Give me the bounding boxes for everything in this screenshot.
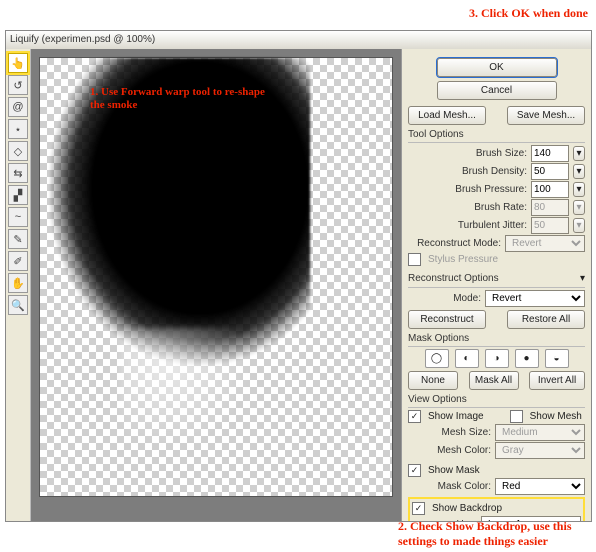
reconstruct-mode-select: Revert: [505, 235, 585, 252]
invert-all-button[interactable]: Invert All: [529, 371, 585, 390]
annotation-1: 1. Use Forward warp tool to re-shape the…: [90, 86, 280, 112]
reconstruct-tool[interactable]: ↺: [8, 75, 28, 95]
forward-warp-tool[interactable]: 👆: [8, 53, 28, 73]
mask-invert-icon[interactable]: ◒: [545, 349, 569, 368]
turbulent-jitter-input: [531, 217, 569, 234]
annotation-3: 3. Click OK when done: [469, 6, 588, 20]
mask-color-select[interactable]: Red: [495, 478, 585, 495]
recon-mode-label: Mode:: [453, 293, 481, 304]
show-mesh-checkbox[interactable]: [510, 410, 523, 423]
save-mesh-button[interactable]: Save Mesh...: [507, 106, 585, 125]
freeze-mask-tool[interactable]: ✎: [8, 229, 28, 249]
brush-rate-input: [531, 199, 569, 216]
mesh-size-select: Medium: [495, 424, 585, 441]
bloat-tool[interactable]: ◇: [8, 141, 28, 161]
dialog-title: Liquify (experimen.psd @ 100%): [6, 31, 591, 50]
brush-pressure-dropdown[interactable]: ▾: [573, 182, 585, 197]
brush-pressure-input[interactable]: [531, 181, 569, 198]
mask-replace-icon[interactable]: ◯: [425, 349, 449, 368]
push-left-tool[interactable]: ⇆: [8, 163, 28, 183]
reconstruct-button[interactable]: Reconstruct: [408, 310, 486, 329]
brush-size-label: Brush Size:: [476, 148, 527, 159]
restore-all-button[interactable]: Restore All: [507, 310, 585, 329]
show-image-label: Show Image: [428, 411, 484, 422]
brush-pressure-label: Brush Pressure:: [455, 184, 527, 195]
mask-options-heading: Mask Options: [408, 333, 585, 344]
hand-tool[interactable]: ✋: [8, 273, 28, 293]
twirl-tool[interactable]: @: [8, 97, 28, 117]
liquify-dialog: Liquify (experimen.psd @ 100%) 👆 ↺ @ ⋆ ◇…: [5, 30, 592, 522]
mesh-color-label: Mesh Color:: [437, 445, 491, 456]
brush-rate-dropdown: ▾: [573, 200, 585, 215]
reconstruct-mode-label: Reconstruct Mode:: [417, 238, 501, 249]
turbulence-tool[interactable]: ~: [8, 207, 28, 227]
show-backdrop-highlight: ✓Show Backdrop Use:Layer 1 Mode:Behind O…: [408, 497, 585, 521]
show-mask-checkbox[interactable]: ✓: [408, 464, 421, 477]
thaw-mask-tool[interactable]: ✐: [8, 251, 28, 271]
turbulent-jitter-dropdown: ▾: [573, 218, 585, 233]
mask-all-button[interactable]: Mask All: [469, 371, 519, 390]
mask-none-button[interactable]: None: [408, 371, 458, 390]
brush-density-label: Brush Density:: [462, 166, 527, 177]
show-backdrop-checkbox[interactable]: ✓: [412, 502, 425, 515]
load-mesh-button[interactable]: Load Mesh...: [408, 106, 486, 125]
stylus-pressure-label: Stylus Pressure: [428, 254, 498, 265]
cancel-button[interactable]: Cancel: [437, 81, 557, 100]
view-options-heading: View Options: [408, 394, 585, 405]
recon-mode-select[interactable]: Revert: [485, 290, 585, 307]
reconstruct-options-heading: Reconstruct Options: [408, 273, 499, 284]
mirror-tool[interactable]: ▞: [8, 185, 28, 205]
mask-subtract-icon[interactable]: ◑: [485, 349, 509, 368]
section-collapse-icon[interactable]: ▾: [580, 273, 585, 284]
show-mask-label: Show Mask: [428, 465, 480, 476]
pucker-tool[interactable]: ⋆: [8, 119, 28, 139]
brush-rate-label: Brush Rate:: [474, 202, 527, 213]
mesh-size-label: Mesh Size:: [442, 427, 491, 438]
brush-size-dropdown[interactable]: ▾: [573, 146, 585, 161]
brush-size-input[interactable]: [531, 145, 569, 162]
turbulent-jitter-label: Turbulent Jitter:: [458, 220, 527, 231]
mask-color-label: Mask Color:: [438, 481, 491, 492]
show-image-checkbox[interactable]: ✓: [408, 410, 421, 423]
show-mesh-label: Show Mesh: [530, 411, 582, 422]
mesh-color-select: Gray: [495, 442, 585, 459]
mask-intersect-icon[interactable]: ●: [515, 349, 539, 368]
tool-options-heading: Tool Options: [408, 129, 585, 140]
mask-add-icon[interactable]: ◐: [455, 349, 479, 368]
preview-canvas[interactable]: 1. Use Forward warp tool to re-shape the…: [39, 57, 393, 497]
stylus-pressure-checkbox: [408, 253, 421, 266]
options-panel: OK Cancel Load Mesh... Save Mesh... Tool…: [402, 49, 591, 521]
canvas-area: 1. Use Forward warp tool to re-shape the…: [31, 49, 402, 521]
brush-density-dropdown[interactable]: ▾: [573, 164, 585, 179]
brush-density-input[interactable]: [531, 163, 569, 180]
annotation-2: 2. Check Show Backdrop, use this setting…: [398, 519, 588, 548]
tool-strip: 👆 ↺ @ ⋆ ◇ ⇆ ▞ ~ ✎ ✐ ✋ 🔍: [6, 49, 31, 521]
show-backdrop-label: Show Backdrop: [432, 503, 502, 514]
ok-button[interactable]: OK: [437, 58, 557, 77]
zoom-tool[interactable]: 🔍: [8, 295, 28, 315]
smoke-wisp: [120, 328, 280, 448]
